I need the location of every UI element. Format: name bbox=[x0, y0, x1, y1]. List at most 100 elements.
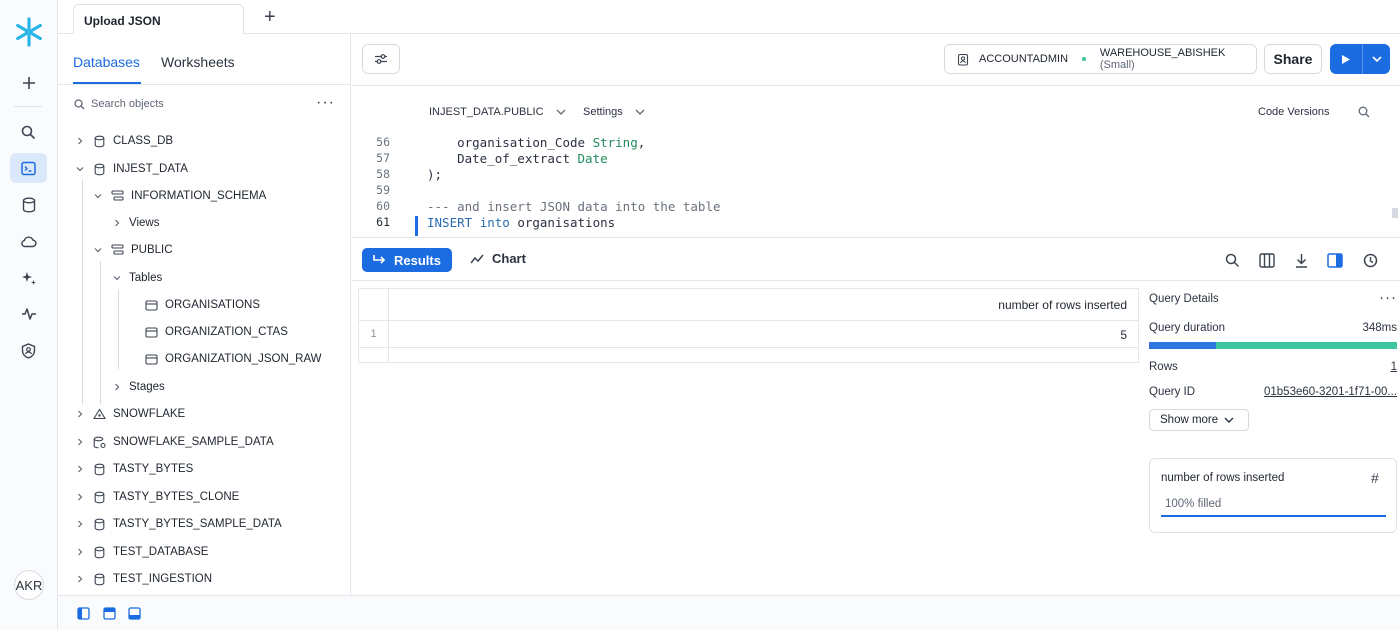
admin-shield-icon[interactable] bbox=[10, 336, 47, 366]
chevron-down-icon[interactable] bbox=[1363, 55, 1390, 63]
data-database-icon[interactable] bbox=[10, 190, 47, 220]
tree-item-organisations[interactable]: ORGANISATIONS bbox=[144, 295, 260, 315]
chevron-right-icon bbox=[112, 382, 122, 392]
code-text: organisation_Code String, bbox=[427, 136, 645, 150]
cell-value[interactable]: 5 bbox=[1120, 328, 1127, 342]
line-number: 60 bbox=[376, 199, 390, 213]
rows-row: Rows 1 bbox=[1149, 361, 1397, 373]
more-options-icon[interactable]: ··· bbox=[1379, 289, 1397, 306]
tree-item-snowflake-sample-data[interactable]: SNOWFLAKE_SAMPLE_DATA bbox=[75, 432, 274, 452]
column-fill-rate: 100% filled bbox=[1165, 498, 1222, 510]
tab-worksheets[interactable]: Worksheets bbox=[161, 54, 235, 70]
search-icon[interactable] bbox=[1222, 250, 1242, 270]
query-duration-row: Query duration 348ms bbox=[1149, 322, 1397, 334]
tree-item-views[interactable]: Views bbox=[112, 213, 159, 233]
ai-sparkle-icon[interactable] bbox=[10, 263, 47, 293]
return-arrow-icon bbox=[372, 254, 386, 266]
search-icon[interactable] bbox=[1358, 106, 1370, 118]
new-tab-plus-icon[interactable]: + bbox=[264, 6, 276, 29]
rows-value[interactable]: 1 bbox=[1391, 361, 1397, 373]
activity-monitor-icon[interactable] bbox=[10, 299, 47, 329]
database-icon bbox=[92, 490, 106, 504]
editor-scrollbar-thumb[interactable] bbox=[1392, 208, 1398, 218]
results-tab[interactable]: Results bbox=[362, 248, 452, 272]
snowflake-logo-icon[interactable] bbox=[13, 16, 45, 48]
column-header-rows-inserted[interactable]: number of rows inserted bbox=[998, 298, 1127, 312]
context-label: INJEST_DATA.PUBLIC bbox=[429, 106, 544, 118]
database-icon bbox=[92, 545, 106, 559]
role-warehouse-selector[interactable]: ACCOUNTADMIN WAREHOUSE_ABISHEK (Small) bbox=[944, 44, 1257, 74]
tree-item-tasty-bytes[interactable]: TASTY_BYTES bbox=[75, 459, 193, 479]
tree-guide-line bbox=[118, 289, 119, 369]
tree-item-organization-json-raw[interactable]: ORGANIZATION_JSON_RAW bbox=[144, 349, 322, 369]
code-token: , bbox=[637, 136, 646, 150]
line-number: 58 bbox=[376, 167, 390, 181]
chevron-right-icon bbox=[75, 547, 85, 557]
filters-button[interactable] bbox=[362, 44, 400, 74]
toggle-editor-panel-icon[interactable] bbox=[103, 607, 116, 620]
tree-item-public[interactable]: PUBLIC bbox=[93, 240, 173, 260]
code-line: 57 Date_of_extract Date bbox=[352, 151, 1392, 167]
chevron-right-icon bbox=[75, 409, 85, 419]
tree-item-information-schema[interactable]: INFORMATION_SCHEMA bbox=[93, 186, 266, 206]
query-id-row: Query ID 01b53e60-3201-1f71-00... bbox=[1149, 386, 1397, 398]
code-text: INSERT into organisations bbox=[427, 215, 615, 230]
tree-item-tasty-bytes-clone[interactable]: TASTY_BYTES_CLONE bbox=[75, 487, 239, 507]
current-line-indicator bbox=[415, 216, 418, 236]
toggle-results-panel-icon[interactable] bbox=[128, 607, 141, 620]
share-button[interactable]: Share bbox=[1264, 44, 1322, 74]
tree-label: ORGANIZATION_CTAS bbox=[165, 326, 288, 338]
chevron-right-icon bbox=[75, 136, 85, 146]
tree-label: Views bbox=[129, 217, 160, 229]
chevron-down-icon bbox=[556, 109, 566, 116]
tab-databases[interactable]: Databases bbox=[73, 54, 140, 70]
cloud-icon[interactable] bbox=[10, 226, 47, 256]
table-icon bbox=[144, 298, 158, 312]
row-number bbox=[359, 348, 389, 363]
chart-tab[interactable]: Chart bbox=[470, 251, 526, 266]
show-more-button[interactable]: Show more bbox=[1149, 409, 1249, 431]
query-id-value[interactable]: 01b53e60-3201-1f71-00... bbox=[1264, 386, 1397, 398]
create-plus-icon[interactable] bbox=[10, 68, 47, 98]
warehouse-status-dot-icon bbox=[1082, 57, 1086, 61]
database-icon bbox=[92, 517, 106, 531]
details-panel-toggle-icon[interactable] bbox=[1325, 250, 1345, 270]
chevron-right-icon bbox=[75, 464, 85, 474]
user-avatar[interactable]: AKR bbox=[14, 570, 44, 600]
tab-divider bbox=[58, 84, 351, 85]
column-stats-card[interactable]: number of rows inserted # 100% filled bbox=[1149, 458, 1397, 533]
tree-item-injest-data[interactable]: INJEST_DATA bbox=[75, 159, 188, 179]
tree-item-test-database[interactable]: TEST_DATABASE bbox=[75, 542, 208, 562]
download-icon[interactable] bbox=[1291, 250, 1311, 270]
history-clock-icon[interactable] bbox=[1360, 250, 1380, 270]
toggle-left-panel-icon[interactable] bbox=[77, 607, 90, 620]
tree-item-organization-ctas[interactable]: ORGANIZATION_CTAS bbox=[144, 322, 288, 342]
results-label: Results bbox=[394, 252, 441, 268]
database-schema-selector[interactable]: INJEST_DATA.PUBLIC bbox=[429, 106, 566, 118]
code-comment: --- and insert JSON data into the table bbox=[427, 199, 721, 214]
search-icon[interactable] bbox=[10, 117, 47, 147]
worksheets-icon[interactable] bbox=[10, 153, 47, 183]
line-chart-icon bbox=[470, 254, 484, 264]
more-options-icon[interactable]: ··· bbox=[316, 94, 335, 112]
tree-item-snowflake[interactable]: SNOWFLAKE bbox=[75, 404, 185, 424]
code-versions-button[interactable]: Code Versions bbox=[1258, 106, 1330, 118]
tree-item-tables[interactable]: Tables bbox=[112, 268, 162, 288]
layout-bottom-bar bbox=[58, 595, 1400, 630]
columns-icon[interactable] bbox=[1257, 250, 1277, 270]
settings-dropdown[interactable]: Settings bbox=[583, 106, 645, 118]
tree-label: INJEST_DATA bbox=[113, 163, 188, 175]
tab-upload-json[interactable]: Upload JSON bbox=[73, 4, 244, 35]
run-button[interactable] bbox=[1330, 44, 1390, 74]
tree-item-class-db[interactable]: CLASS_DB bbox=[75, 131, 173, 151]
schema-icon bbox=[110, 189, 124, 203]
table-row[interactable]: 1 5 bbox=[359, 321, 1138, 348]
query-duration-label: Query duration bbox=[1149, 322, 1226, 334]
tree-item-tasty-bytes-sample-data[interactable]: TASTY_BYTES_SAMPLE_DATA bbox=[75, 514, 282, 534]
tree-item-stages[interactable]: Stages bbox=[112, 377, 165, 397]
sql-editor[interactable]: 56 organisation_Code String, 57 Date_of_… bbox=[352, 136, 1400, 237]
search-objects-input[interactable]: Search objects bbox=[74, 98, 164, 110]
tree-label: TASTY_BYTES_CLONE bbox=[113, 491, 240, 503]
chevron-down-icon bbox=[93, 245, 103, 255]
tree-item-test-ingestion[interactable]: TEST_INGESTION bbox=[75, 569, 212, 589]
